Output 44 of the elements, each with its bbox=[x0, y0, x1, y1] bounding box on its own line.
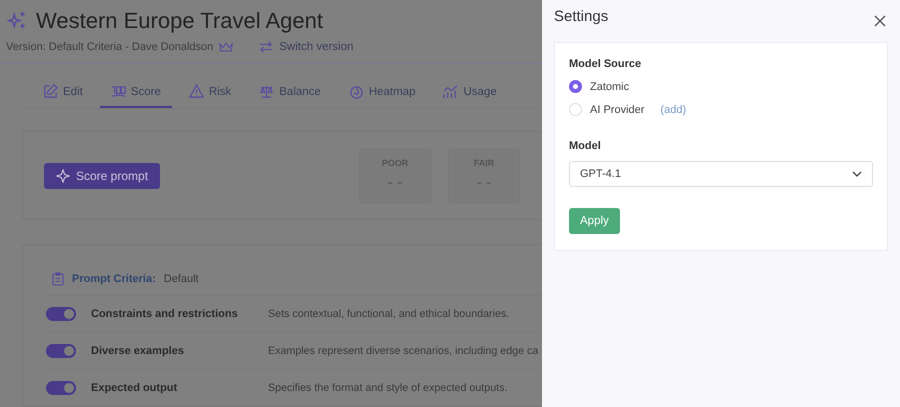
version-text: Version: Default Criteria - Dave Donaldson bbox=[6, 41, 214, 53]
add-link[interactable]: (add) bbox=[660, 104, 686, 116]
tab[interactable]: Edit bbox=[32, 78, 94, 108]
toggle-switch[interactable] bbox=[46, 307, 76, 321]
field-label: Model bbox=[569, 140, 602, 152]
warning-icon bbox=[188, 84, 204, 100]
score-prompt-button[interactable]: Score prompt bbox=[44, 162, 160, 189]
criterion-description: Examples represent diverse scenarios, including edge ca bbox=[268, 345, 538, 357]
crown-icon bbox=[219, 42, 234, 52]
tab[interactable]: Risk bbox=[178, 78, 242, 108]
grade-value: – – bbox=[476, 176, 492, 189]
criterion-description: Specifies the format and style of expected outputs. bbox=[268, 382, 508, 394]
radio-label: AI Provider bbox=[590, 104, 644, 116]
tab[interactable]: Balance bbox=[248, 78, 332, 108]
grade-value: – – bbox=[388, 176, 402, 189]
chevron-down-icon bbox=[852, 171, 862, 177]
swap-arrows-icon bbox=[259, 41, 274, 53]
chart-icon bbox=[443, 84, 458, 100]
page-title: Western Europe Travel Agent bbox=[36, 8, 323, 34]
tab[interactable]: Heatmap bbox=[338, 78, 426, 108]
criterion-name: Diverse examples bbox=[91, 345, 185, 357]
radio-button[interactable] bbox=[569, 80, 582, 93]
tab[interactable]: Usage bbox=[432, 78, 508, 108]
tab[interactable]: Score bbox=[100, 78, 172, 108]
drawer-title: Settings bbox=[554, 7, 608, 25]
clipboard-icon bbox=[52, 272, 64, 286]
sparkle-icon bbox=[6, 10, 28, 32]
sparkle-icon bbox=[56, 168, 70, 183]
criterion-name: Expected output bbox=[91, 382, 178, 394]
criteria-label: Prompt Criteria: bbox=[72, 273, 156, 285]
close-icon[interactable] bbox=[874, 15, 886, 27]
scales-icon bbox=[259, 84, 274, 100]
model-select[interactable]: GPT-4.1 bbox=[569, 161, 873, 187]
radio-label: Zatomic bbox=[590, 80, 630, 92]
criterion-description: Sets contextual, functional, and ethical boundaries. bbox=[268, 308, 510, 320]
apply-button[interactable]: Apply bbox=[569, 208, 620, 234]
hundred-icon bbox=[110, 84, 126, 100]
criteria-value: Default bbox=[164, 273, 199, 285]
field-label: Model Source bbox=[569, 58, 642, 70]
switch-version-link[interactable]: Switch version bbox=[259, 41, 354, 53]
criterion-name: Constraints and restrictions bbox=[91, 308, 239, 320]
toggle-switch[interactable] bbox=[46, 381, 76, 395]
toggle-switch[interactable] bbox=[46, 344, 76, 358]
pencil-icon bbox=[43, 84, 58, 100]
